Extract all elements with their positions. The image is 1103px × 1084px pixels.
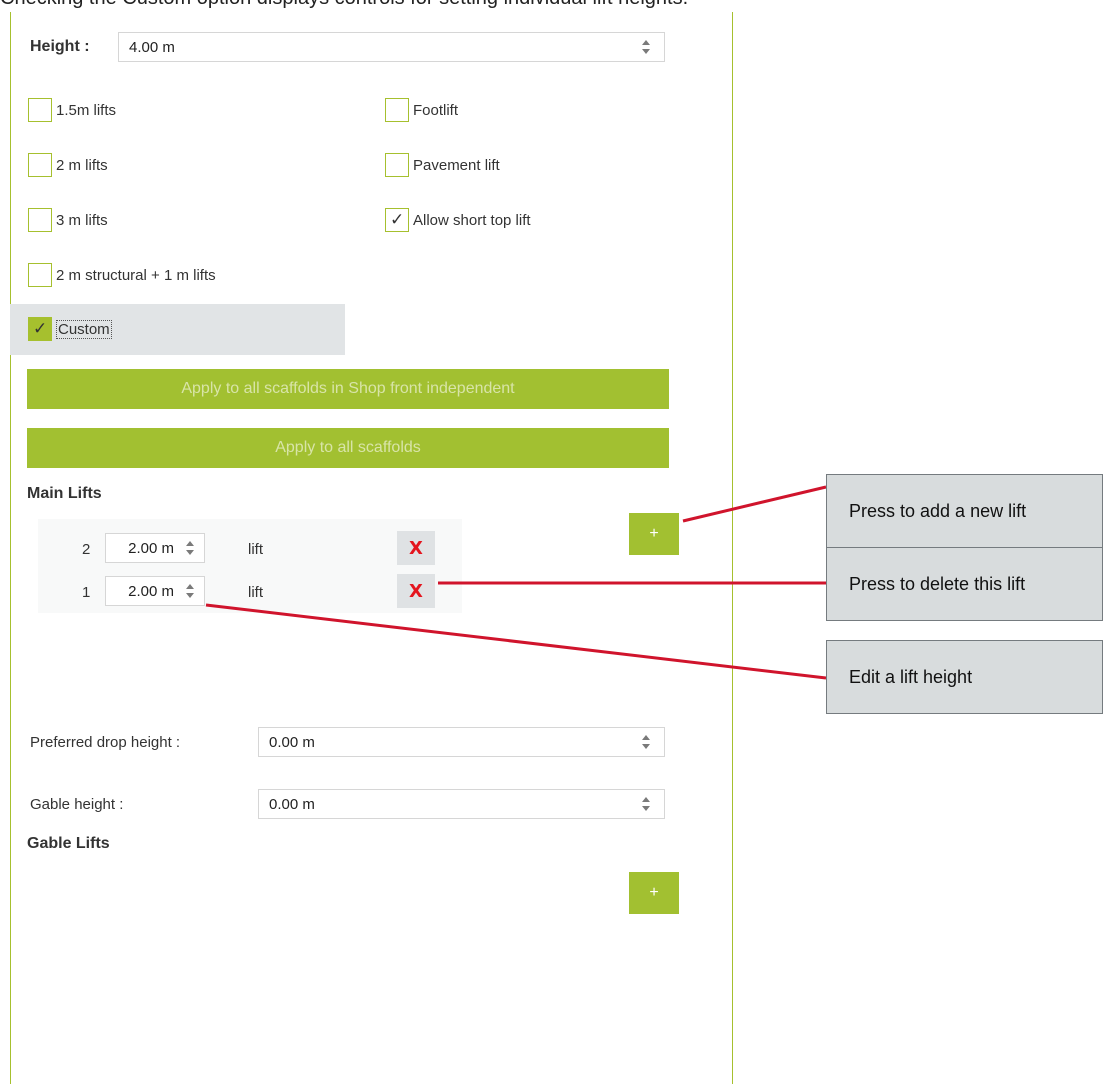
- option-label: Footlift: [413, 101, 459, 119]
- option-label: Allow short top lift: [413, 211, 531, 229]
- add-main-lift-button[interactable]: +: [629, 513, 679, 555]
- option-2m-structural-1m-lifts[interactable]: 2 m structural + 1 m lifts: [28, 262, 216, 288]
- close-icon: X: [409, 537, 423, 559]
- option-footlift[interactable]: Footlift: [385, 97, 458, 123]
- chevron-down-icon[interactable]: [186, 550, 194, 555]
- option-label: 1.5m lifts: [56, 101, 117, 119]
- height-input[interactable]: 4.00 m: [118, 32, 665, 62]
- lift-spin-arrows[interactable]: [186, 580, 196, 602]
- option-3m-lifts[interactable]: 3 m lifts: [28, 207, 108, 233]
- gable-height-input[interactable]: 0.00 m: [258, 789, 665, 819]
- callout-text: Edit a lift height: [849, 666, 973, 687]
- preferred-drop-spin-arrows[interactable]: [642, 731, 652, 753]
- main-lifts-title: Main Lifts: [27, 485, 102, 502]
- gable-height-label: Gable height :: [30, 796, 124, 813]
- checkbox-checked[interactable]: ✓: [385, 208, 409, 232]
- callout-text: Press to add a new lift: [849, 500, 1027, 521]
- chevron-down-icon[interactable]: [642, 744, 650, 749]
- gable-lifts-title: Gable Lifts: [27, 835, 110, 852]
- option-label: 2 m lifts: [56, 156, 108, 174]
- add-gable-lift-button[interactable]: +: [629, 872, 679, 914]
- apply-shop-front-button[interactable]: Apply to all scaffolds in Shop front ind…: [27, 369, 669, 409]
- option-2m-lifts[interactable]: 2 m lifts: [28, 152, 108, 178]
- apply-all-scaffolds-button[interactable]: Apply to all scaffolds: [27, 428, 669, 468]
- chevron-down-icon[interactable]: [186, 593, 194, 598]
- gable-height-spin-arrows[interactable]: [642, 793, 652, 815]
- callout-add-lift: Press to add a new lift: [826, 474, 1103, 548]
- lift-height-input[interactable]: 2.00 m: [105, 576, 205, 606]
- close-icon: X: [409, 580, 423, 602]
- preferred-drop-height-value: 0.00 m: [269, 734, 315, 751]
- option-pavement-lift[interactable]: Pavement lift: [385, 152, 500, 178]
- chevron-up-icon[interactable]: [186, 541, 194, 546]
- gable-height-value: 0.00 m: [269, 796, 315, 813]
- option-allow-short-top-lift[interactable]: ✓ Allow short top lift: [385, 207, 531, 233]
- caption-text: Checking the Custom option displays cont…: [0, 0, 688, 8]
- plus-icon: +: [649, 884, 659, 901]
- option-label: Pavement lift: [413, 156, 500, 174]
- lift-spin-arrows[interactable]: [186, 537, 196, 559]
- option-1-5m-lifts[interactable]: 1.5m lifts: [28, 97, 116, 123]
- chevron-up-icon[interactable]: [642, 797, 650, 802]
- check-icon: ✓: [390, 210, 405, 229]
- checkbox[interactable]: [28, 263, 52, 287]
- lift-unit: lift: [248, 584, 263, 601]
- lift-height-value: 2.00 m: [128, 540, 174, 557]
- lift-number: 2: [82, 541, 91, 558]
- plus-icon: +: [649, 525, 659, 542]
- callout-text: Press to delete this lift: [849, 573, 1026, 594]
- delete-lift-button[interactable]: X: [397, 531, 435, 565]
- caption-strip: Checking the Custom option displays cont…: [0, 0, 1103, 12]
- chevron-up-icon[interactable]: [642, 735, 650, 740]
- lift-number: 1: [82, 584, 91, 601]
- option-label: 2 m structural + 1 m lifts: [56, 266, 216, 284]
- checkbox[interactable]: [385, 98, 409, 122]
- height-label: Height :: [30, 38, 90, 55]
- option-label: Custom: [56, 319, 112, 339]
- lift-height-input[interactable]: 2.00 m: [105, 533, 205, 563]
- lift-unit: lift: [248, 541, 263, 558]
- chevron-up-icon[interactable]: [186, 584, 194, 589]
- chevron-down-icon[interactable]: [642, 806, 650, 811]
- chevron-down-icon[interactable]: [642, 49, 650, 54]
- checkbox[interactable]: [28, 208, 52, 232]
- delete-lift-button[interactable]: X: [397, 574, 435, 608]
- height-spin-arrows[interactable]: [642, 36, 652, 58]
- height-value: 4.00 m: [129, 39, 175, 56]
- checkbox[interactable]: [28, 98, 52, 122]
- preferred-drop-height-input[interactable]: 0.00 m: [258, 727, 665, 757]
- option-label: 3 m lifts: [56, 211, 108, 229]
- check-icon: ✓: [33, 319, 48, 338]
- callout-delete-lift: Press to delete this lift: [826, 547, 1103, 621]
- checkbox[interactable]: [28, 153, 52, 177]
- screenshot-root: Checking the Custom option displays cont…: [0, 0, 1103, 1084]
- callout-edit-lift-height: Edit a lift height: [826, 640, 1103, 714]
- option-custom[interactable]: ✓ Custom: [28, 316, 112, 342]
- checkbox[interactable]: [385, 153, 409, 177]
- lift-height-value: 2.00 m: [128, 583, 174, 600]
- chevron-up-icon[interactable]: [642, 40, 650, 45]
- checkbox-checked[interactable]: ✓: [28, 317, 52, 341]
- preferred-drop-height-label: Preferred drop height :: [30, 734, 181, 751]
